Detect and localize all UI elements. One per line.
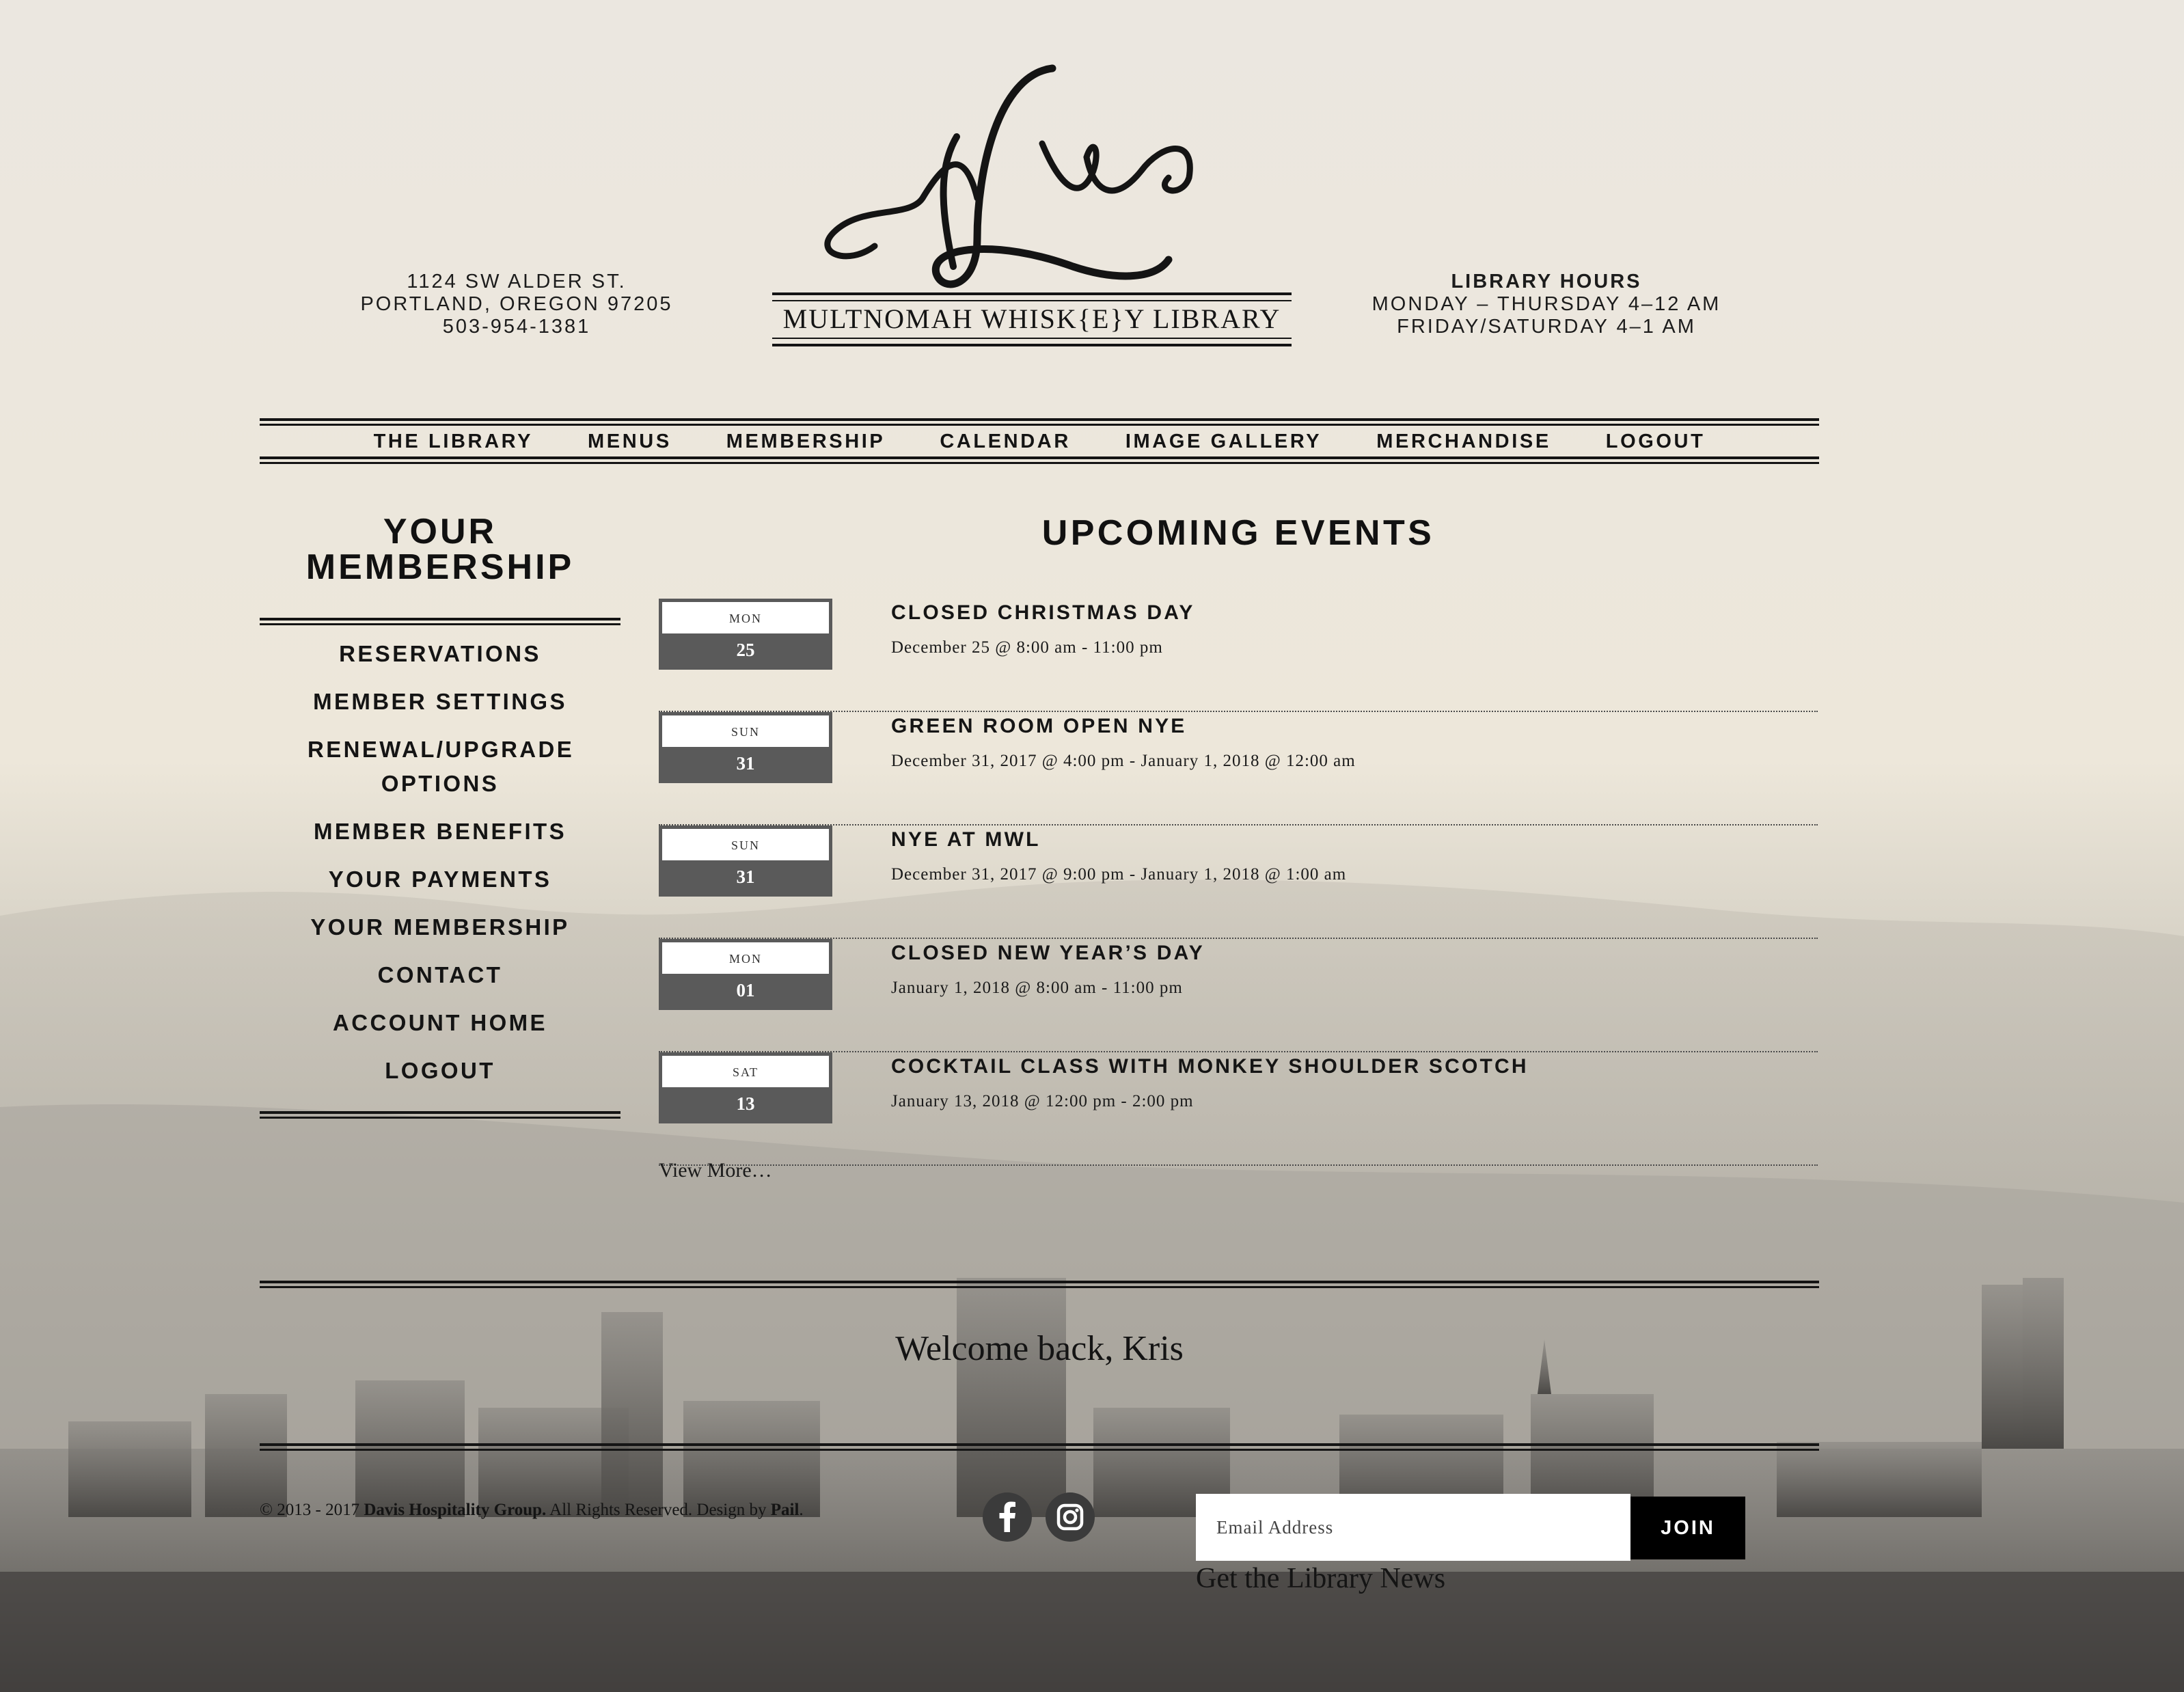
address-street: 1124 SW ALDER ST. — [407, 271, 627, 292]
event-item: MON 25 CLOSED CHRISTMAS DAY December 25 … — [659, 599, 1818, 712]
newsletter-email-input[interactable] — [1196, 1494, 1630, 1561]
site-logo[interactable]: MULTNOMAH WHISK{E}Y LIBRARY — [772, 62, 1292, 349]
sidebar-title: YOUR MEMBERSHIP — [260, 514, 620, 585]
event-item: SUN 31 GREEN ROOM OPEN NYE December 31, … — [659, 712, 1818, 825]
event-title-link[interactable]: NYE AT MWL — [891, 828, 1041, 851]
event-date-badge: SAT 13 — [659, 1052, 832, 1123]
instagram-icon[interactable] — [1046, 1492, 1095, 1542]
sidebar-item-your-payments[interactable]: YOUR PAYMENTS — [260, 862, 620, 897]
welcome-rule-bottom — [260, 1443, 1819, 1451]
address-block: 1124 SW ALDER ST. PORTLAND, OREGON 97205… — [342, 271, 692, 338]
event-item: SAT 13 COCKTAIL CLASS WITH MONKEY SHOULD… — [659, 1052, 1818, 1166]
events-title: UPCOMING EVENTS — [1041, 513, 1435, 553]
welcome-rule-top — [260, 1281, 1819, 1288]
sidebar-item-your-membership[interactable]: YOUR MEMBERSHIP — [260, 910, 620, 944]
newsletter-label: Get the Library News — [1196, 1563, 1446, 1594]
nav-rule-bottom — [260, 456, 1819, 464]
event-title-link[interactable]: COCKTAIL CLASS WITH MONKEY SHOULDER SCOT… — [891, 1055, 1529, 1078]
event-time: December 25 @ 8:00 am - 11:00 pm — [891, 638, 1163, 657]
event-date-badge: SUN 31 — [659, 712, 832, 783]
copyright-period: . — [799, 1501, 804, 1519]
nav-rule-top — [260, 418, 1819, 426]
event-title-link[interactable]: GREEN ROOM OPEN NYE — [891, 715, 1187, 738]
nav-membership[interactable]: MEMBERSHIP — [726, 431, 886, 453]
company-link[interactable]: Davis Hospitality Group. — [364, 1501, 546, 1519]
sidebar-item-renewal-upgrade[interactable]: RENEWAL/UPGRADE OPTIONS — [260, 733, 620, 801]
event-time: January 13, 2018 @ 12:00 pm - 2:00 pm — [891, 1092, 1194, 1110]
copyright-rights: All Rights Reserved. Design by — [546, 1501, 771, 1519]
sidebar-item-logout[interactable]: LOGOUT — [260, 1054, 620, 1088]
event-date-badge: SUN 31 — [659, 825, 832, 897]
sidebar-item-member-benefits[interactable]: MEMBER BENEFITS — [260, 815, 620, 849]
facebook-icon[interactable] — [983, 1492, 1032, 1542]
copyright-prefix: © 2013 - 2017 — [260, 1501, 364, 1519]
event-day: 31 — [736, 867, 755, 887]
sidebar-item-account-home[interactable]: ACCOUNT HOME — [260, 1006, 620, 1040]
event-time: December 31, 2017 @ 4:00 pm - January 1,… — [891, 752, 1356, 770]
event-date-badge: MON 01 — [659, 939, 832, 1010]
sidebar-rule-top — [260, 618, 620, 625]
sidebar-title-line2: MEMBERSHIP — [305, 547, 575, 587]
event-time: December 31, 2017 @ 9:00 pm - January 1,… — [891, 865, 1347, 884]
nav-image-gallery[interactable]: IMAGE GALLERY — [1125, 431, 1322, 453]
sidebar-item-contact[interactable]: CONTACT — [260, 958, 620, 992]
event-item: SUN 31 NYE AT MWL December 31, 2017 @ 9:… — [659, 825, 1818, 939]
address-phone[interactable]: 503-954-1381 — [342, 316, 692, 338]
event-weekday: MON — [662, 602, 829, 633]
nav-calendar[interactable]: CALENDAR — [940, 431, 1071, 453]
sidebar-title-line1: YOUR — [383, 512, 497, 551]
nav-menus[interactable]: MENUS — [588, 431, 672, 453]
library-hours: LIBRARY HOURS MONDAY – THURSDAY 4–12 AM … — [1353, 271, 1740, 338]
sidebar-menu: RESERVATIONS MEMBER SETTINGS RENEWAL/UPG… — [260, 637, 620, 1102]
view-more-link[interactable]: View More… — [659, 1159, 772, 1182]
event-weekday: MON — [662, 942, 829, 974]
event-weekday: SUN — [662, 715, 829, 747]
main-nav: THE LIBRARY MENUS MEMBERSHIP CALENDAR IM… — [260, 426, 1819, 456]
event-day: 13 — [736, 1093, 755, 1114]
nav-logout[interactable]: LOGOUT — [1606, 431, 1706, 453]
nav-merchandise[interactable]: MERCHANDISE — [1376, 431, 1551, 453]
event-title-link[interactable]: CLOSED CHRISTMAS DAY — [891, 601, 1195, 625]
newsletter-join-button[interactable]: JOIN — [1630, 1497, 1745, 1559]
copyright: © 2013 - 2017 Davis Hospitality Group. A… — [260, 1501, 804, 1520]
designer-link[interactable]: Pail — [771, 1501, 800, 1519]
hours-weekend: FRIDAY/SATURDAY 4–1 AM — [1397, 316, 1696, 338]
hours-weekday: MONDAY – THURSDAY 4–12 AM — [1371, 293, 1721, 315]
sidebar-rule-bottom — [260, 1111, 620, 1119]
logo-text: MULTNOMAH WHISK{E}Y LIBRARY — [783, 303, 1281, 334]
address-city: PORTLAND, OREGON 97205 — [360, 293, 673, 315]
event-divider — [659, 1164, 1818, 1166]
event-date-badge: MON 25 — [659, 599, 832, 670]
event-time: January 1, 2018 @ 8:00 am - 11:00 pm — [891, 979, 1183, 997]
event-day: 01 — [736, 980, 755, 1000]
sidebar-item-reservations[interactable]: RESERVATIONS — [260, 637, 620, 671]
nav-the-library[interactable]: THE LIBRARY — [374, 431, 533, 453]
welcome-message: Welcome back, Kris — [895, 1329, 1184, 1368]
event-weekday: SAT — [662, 1056, 829, 1087]
event-title-link[interactable]: CLOSED NEW YEAR’S DAY — [891, 942, 1205, 965]
hours-title: LIBRARY HOURS — [1451, 271, 1642, 292]
event-weekday: SUN — [662, 829, 829, 860]
sidebar-item-member-settings[interactable]: MEMBER SETTINGS — [260, 685, 620, 719]
event-day: 25 — [736, 640, 755, 660]
event-day: 31 — [736, 753, 755, 774]
event-item: MON 01 CLOSED NEW YEAR’S DAY January 1, … — [659, 939, 1818, 1052]
